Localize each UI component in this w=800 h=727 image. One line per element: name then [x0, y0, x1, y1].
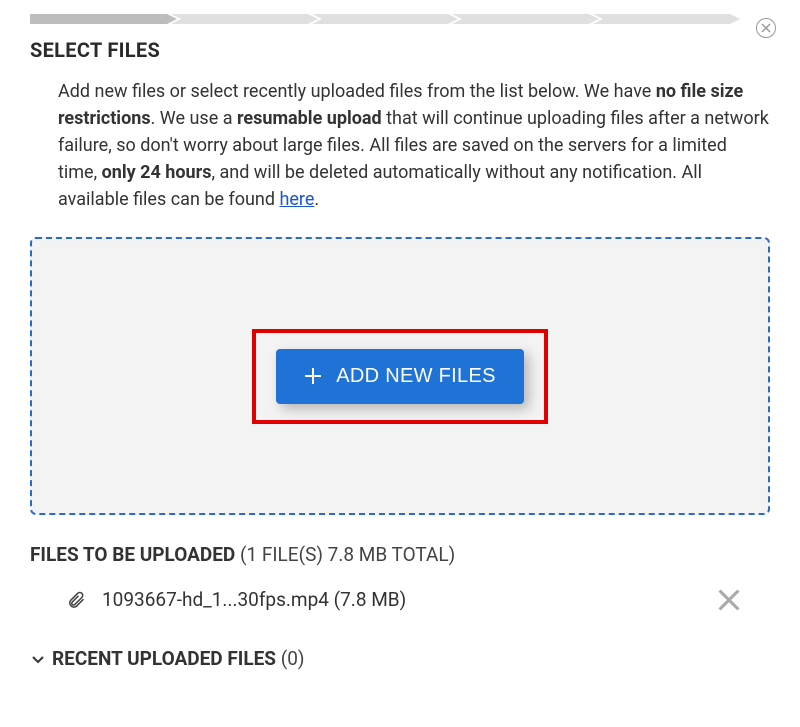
chevron-down-icon: [30, 651, 46, 667]
close-button[interactable]: [756, 18, 776, 38]
desc-part1: Add new files or select recently uploade…: [58, 81, 656, 102]
close-icon: [761, 23, 771, 33]
paperclip-icon: [66, 590, 86, 610]
files-to-upload-heading: FILES TO BE UPLOADED (1 FILE(S) 7.8 MB T…: [30, 543, 770, 566]
recent-uploaded-toggle[interactable]: RECENT UPLOADED FILES (0): [30, 647, 770, 670]
recent-title: RECENT UPLOADED FILES: [52, 647, 276, 670]
step-1[interactable]: [30, 14, 167, 24]
progress-steps: [30, 14, 770, 24]
files-to-upload-title: FILES TO BE UPLOADED: [30, 543, 235, 566]
add-new-files-button[interactable]: ADD NEW FILES: [276, 349, 523, 404]
remove-file-button[interactable]: [718, 589, 740, 611]
file-name: 1093667-hd_1...30fps.mp4 (7.8 MB): [102, 588, 718, 611]
page-title: SELECT FILES: [30, 38, 770, 62]
description-text: Add new files or select recently uploade…: [58, 78, 770, 213]
remove-icon: [718, 589, 740, 611]
file-dropzone[interactable]: ADD NEW FILES: [30, 237, 770, 515]
desc-part2: . We use a: [151, 108, 237, 129]
highlight-box: ADD NEW FILES: [252, 329, 547, 424]
desc-bold2: resumable upload: [237, 108, 382, 129]
step-3[interactable]: [312, 14, 449, 24]
step-2[interactable]: [171, 14, 308, 24]
here-link[interactable]: here: [279, 189, 314, 210]
step-4[interactable]: [452, 14, 589, 24]
desc-part5: .: [314, 189, 319, 210]
recent-count: (0): [276, 647, 305, 670]
add-files-label: ADD NEW FILES: [336, 365, 495, 388]
step-5[interactable]: [593, 14, 730, 24]
desc-bold3: only 24 hours: [102, 162, 212, 183]
plus-icon: [304, 367, 322, 385]
files-to-upload-summary: (1 FILE(S) 7.8 MB TOTAL): [235, 543, 455, 566]
file-row: 1093667-hd_1...30fps.mp4 (7.8 MB): [30, 582, 770, 617]
